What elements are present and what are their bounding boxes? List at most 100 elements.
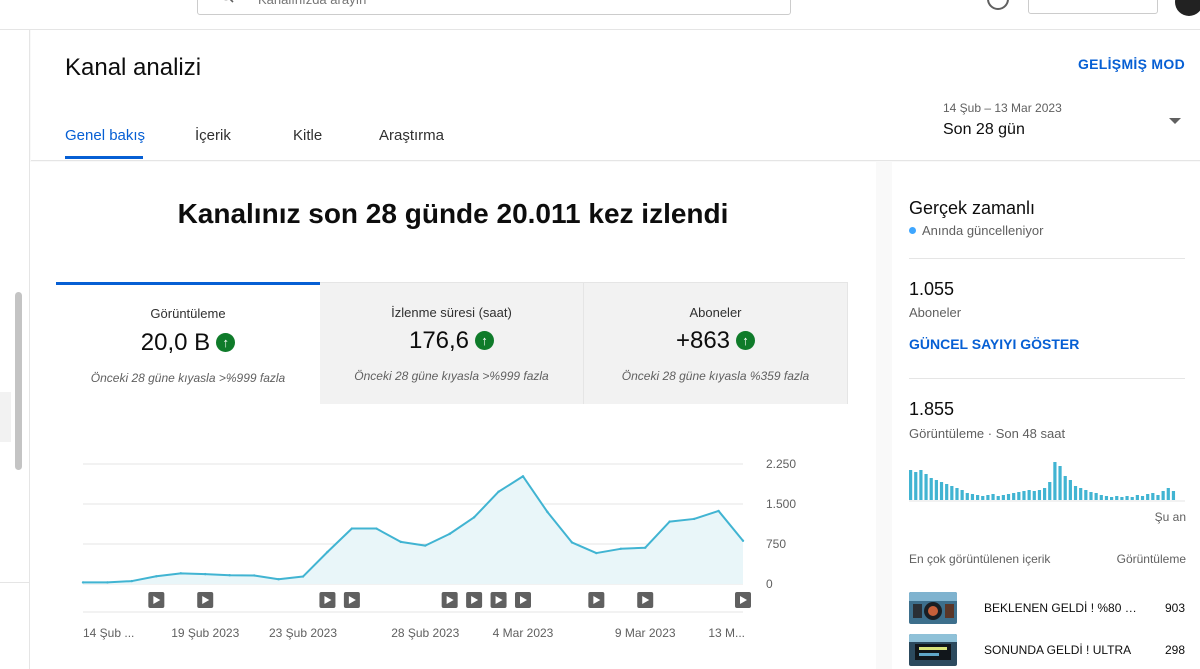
realtime-bar[interactable] <box>955 488 959 500</box>
tab-research[interactable]: Araştırma <box>379 127 444 144</box>
realtime-bar[interactable] <box>1166 488 1170 500</box>
top-bar <box>0 0 1200 30</box>
active-tab-indicator <box>65 156 143 159</box>
realtime-bar[interactable] <box>1027 490 1031 500</box>
arrow-up-icon: ↑ <box>475 331 495 350</box>
realtime-bar[interactable] <box>914 472 918 500</box>
realtime-bar[interactable] <box>1115 496 1119 500</box>
video-thumbnail[interactable] <box>909 634 957 666</box>
realtime-bar[interactable] <box>1161 491 1165 500</box>
realtime-bar[interactable] <box>1171 491 1176 500</box>
realtime-bar[interactable] <box>960 490 964 500</box>
x-tick-label: 14 Şub ... <box>83 626 134 640</box>
realtime-bar[interactable] <box>945 484 949 500</box>
video-thumbnail[interactable] <box>909 592 957 624</box>
data-point <box>228 574 231 577</box>
realtime-bar[interactable] <box>1110 497 1114 500</box>
realtime-bar[interactable] <box>1151 493 1155 500</box>
realtime-bar[interactable] <box>909 470 913 500</box>
realtime-bar[interactable] <box>991 494 995 500</box>
x-tick-label: 28 Şub 2023 <box>391 626 459 640</box>
data-point <box>106 581 109 584</box>
realtime-bar[interactable] <box>939 482 944 500</box>
metric-comparison: Önceki 28 güne kıyasla %359 fazla <box>621 369 810 383</box>
realtime-bar[interactable] <box>996 496 1000 500</box>
tab-content[interactable]: İçerik <box>195 127 231 144</box>
realtime-bar[interactable] <box>965 493 969 500</box>
realtime-bar[interactable] <box>1022 491 1026 500</box>
video-title[interactable]: SONUNDA GELDİ ! ULTRA <box>984 643 1139 657</box>
realtime-bar[interactable] <box>1089 492 1093 500</box>
realtime-bar[interactable] <box>919 470 923 500</box>
realtime-bar[interactable] <box>1146 494 1150 500</box>
realtime-bar[interactable] <box>976 495 980 500</box>
data-point <box>644 546 647 549</box>
realtime-bar[interactable] <box>1135 495 1139 500</box>
metric-views[interactable]: Görüntüleme 20,0 B ↑ Önceki 28 güne kıyas… <box>56 282 320 404</box>
advanced-mode-button[interactable]: GELİŞMİŞ MOD <box>1078 56 1185 72</box>
realtime-bar[interactable] <box>950 486 954 500</box>
metric-subscribers[interactable]: Aboneler +863 ↑ Önceki 28 güne kıyasla %3… <box>584 282 848 404</box>
chevron-down-icon[interactable] <box>1169 118 1181 124</box>
realtime-bar[interactable] <box>924 474 928 500</box>
sidebar-scrollbar[interactable] <box>15 292 22 470</box>
tab-audience[interactable]: Kitle <box>293 127 322 144</box>
realtime-bar[interactable] <box>1058 466 1062 500</box>
realtime-bar[interactable] <box>1156 495 1160 500</box>
realtime-bar[interactable] <box>929 478 933 500</box>
top-video-row[interactable]: SONUNDA GELDİ ! ULTRA 298 <box>909 634 1185 666</box>
realtime-bar[interactable] <box>1006 494 1011 500</box>
search-icon <box>224 0 234 3</box>
data-point <box>619 547 622 550</box>
realtime-bar[interactable] <box>1079 488 1083 500</box>
show-current-count-link[interactable]: GÜNCEL SAYIYI GÖSTER <box>909 336 1079 352</box>
search-input[interactable] <box>258 0 738 11</box>
metric-value: +863 <box>675 327 731 354</box>
tab-overview[interactable]: Genel bakış <box>65 127 145 144</box>
data-point <box>399 540 402 544</box>
help-icon[interactable] <box>987 0 1009 10</box>
date-period-select[interactable]: Son 28 gün <box>943 121 1025 139</box>
realtime-bar[interactable] <box>981 496 985 500</box>
realtime-bar[interactable] <box>1012 493 1016 500</box>
avatar[interactable] <box>1175 0 1200 16</box>
video-title[interactable]: BEKLENEN GELDİ ! %80 İNDİRİM <box>984 601 1139 615</box>
data-point <box>81 581 85 584</box>
realtime-bar[interactable] <box>1130 497 1134 500</box>
realtime-bar[interactable] <box>1043 488 1047 500</box>
realtime-bar[interactable] <box>1125 496 1129 500</box>
top-video-row[interactable]: BEKLENEN GELDİ ! %80 İNDİRİM 903 <box>909 592 1185 624</box>
realtime-bar[interactable] <box>1048 482 1052 500</box>
metric-label: Aboneler <box>689 305 742 320</box>
realtime-bar[interactable] <box>1140 496 1145 500</box>
realtime-bar[interactable] <box>1037 490 1042 500</box>
realtime-bar[interactable] <box>970 494 975 500</box>
realtime-bar[interactable] <box>1063 476 1067 500</box>
data-point <box>252 574 256 577</box>
realtime-bar[interactable] <box>1094 493 1098 500</box>
realtime-bar[interactable] <box>1104 496 1109 500</box>
divider <box>909 258 1185 259</box>
metric-watch-time[interactable]: İzlenme süresi (saat) 176,6 ↑ Önceki 28 g… <box>320 282 584 404</box>
realtime-bar[interactable] <box>1017 492 1021 500</box>
date-range[interactable]: 14 Şub – 13 Mar 2023 <box>943 101 1062 115</box>
realtime-bar[interactable] <box>1001 495 1005 500</box>
left-sidebar <box>0 30 30 669</box>
data-point <box>741 539 745 542</box>
sidebar-active-item[interactable] <box>0 392 11 442</box>
realtime-bar[interactable] <box>1053 462 1057 500</box>
realtime-bar[interactable] <box>1099 495 1103 500</box>
arrow-up-icon: ↑ <box>736 331 756 350</box>
realtime-bar[interactable] <box>1068 480 1072 500</box>
data-point <box>424 544 427 547</box>
realtime-bar[interactable] <box>1120 497 1124 500</box>
create-button[interactable] <box>1028 0 1158 14</box>
realtime-bar[interactable] <box>1073 486 1078 500</box>
metric-label: İzlenme süresi (saat) <box>391 305 512 320</box>
realtime-bar[interactable] <box>1084 490 1088 500</box>
realtime-bar[interactable] <box>986 495 990 500</box>
realtime-bar[interactable] <box>934 480 938 500</box>
realtime-bar[interactable] <box>1032 491 1036 500</box>
realtime-bar-chart[interactable] <box>909 458 1185 502</box>
search-box[interactable] <box>197 0 791 15</box>
